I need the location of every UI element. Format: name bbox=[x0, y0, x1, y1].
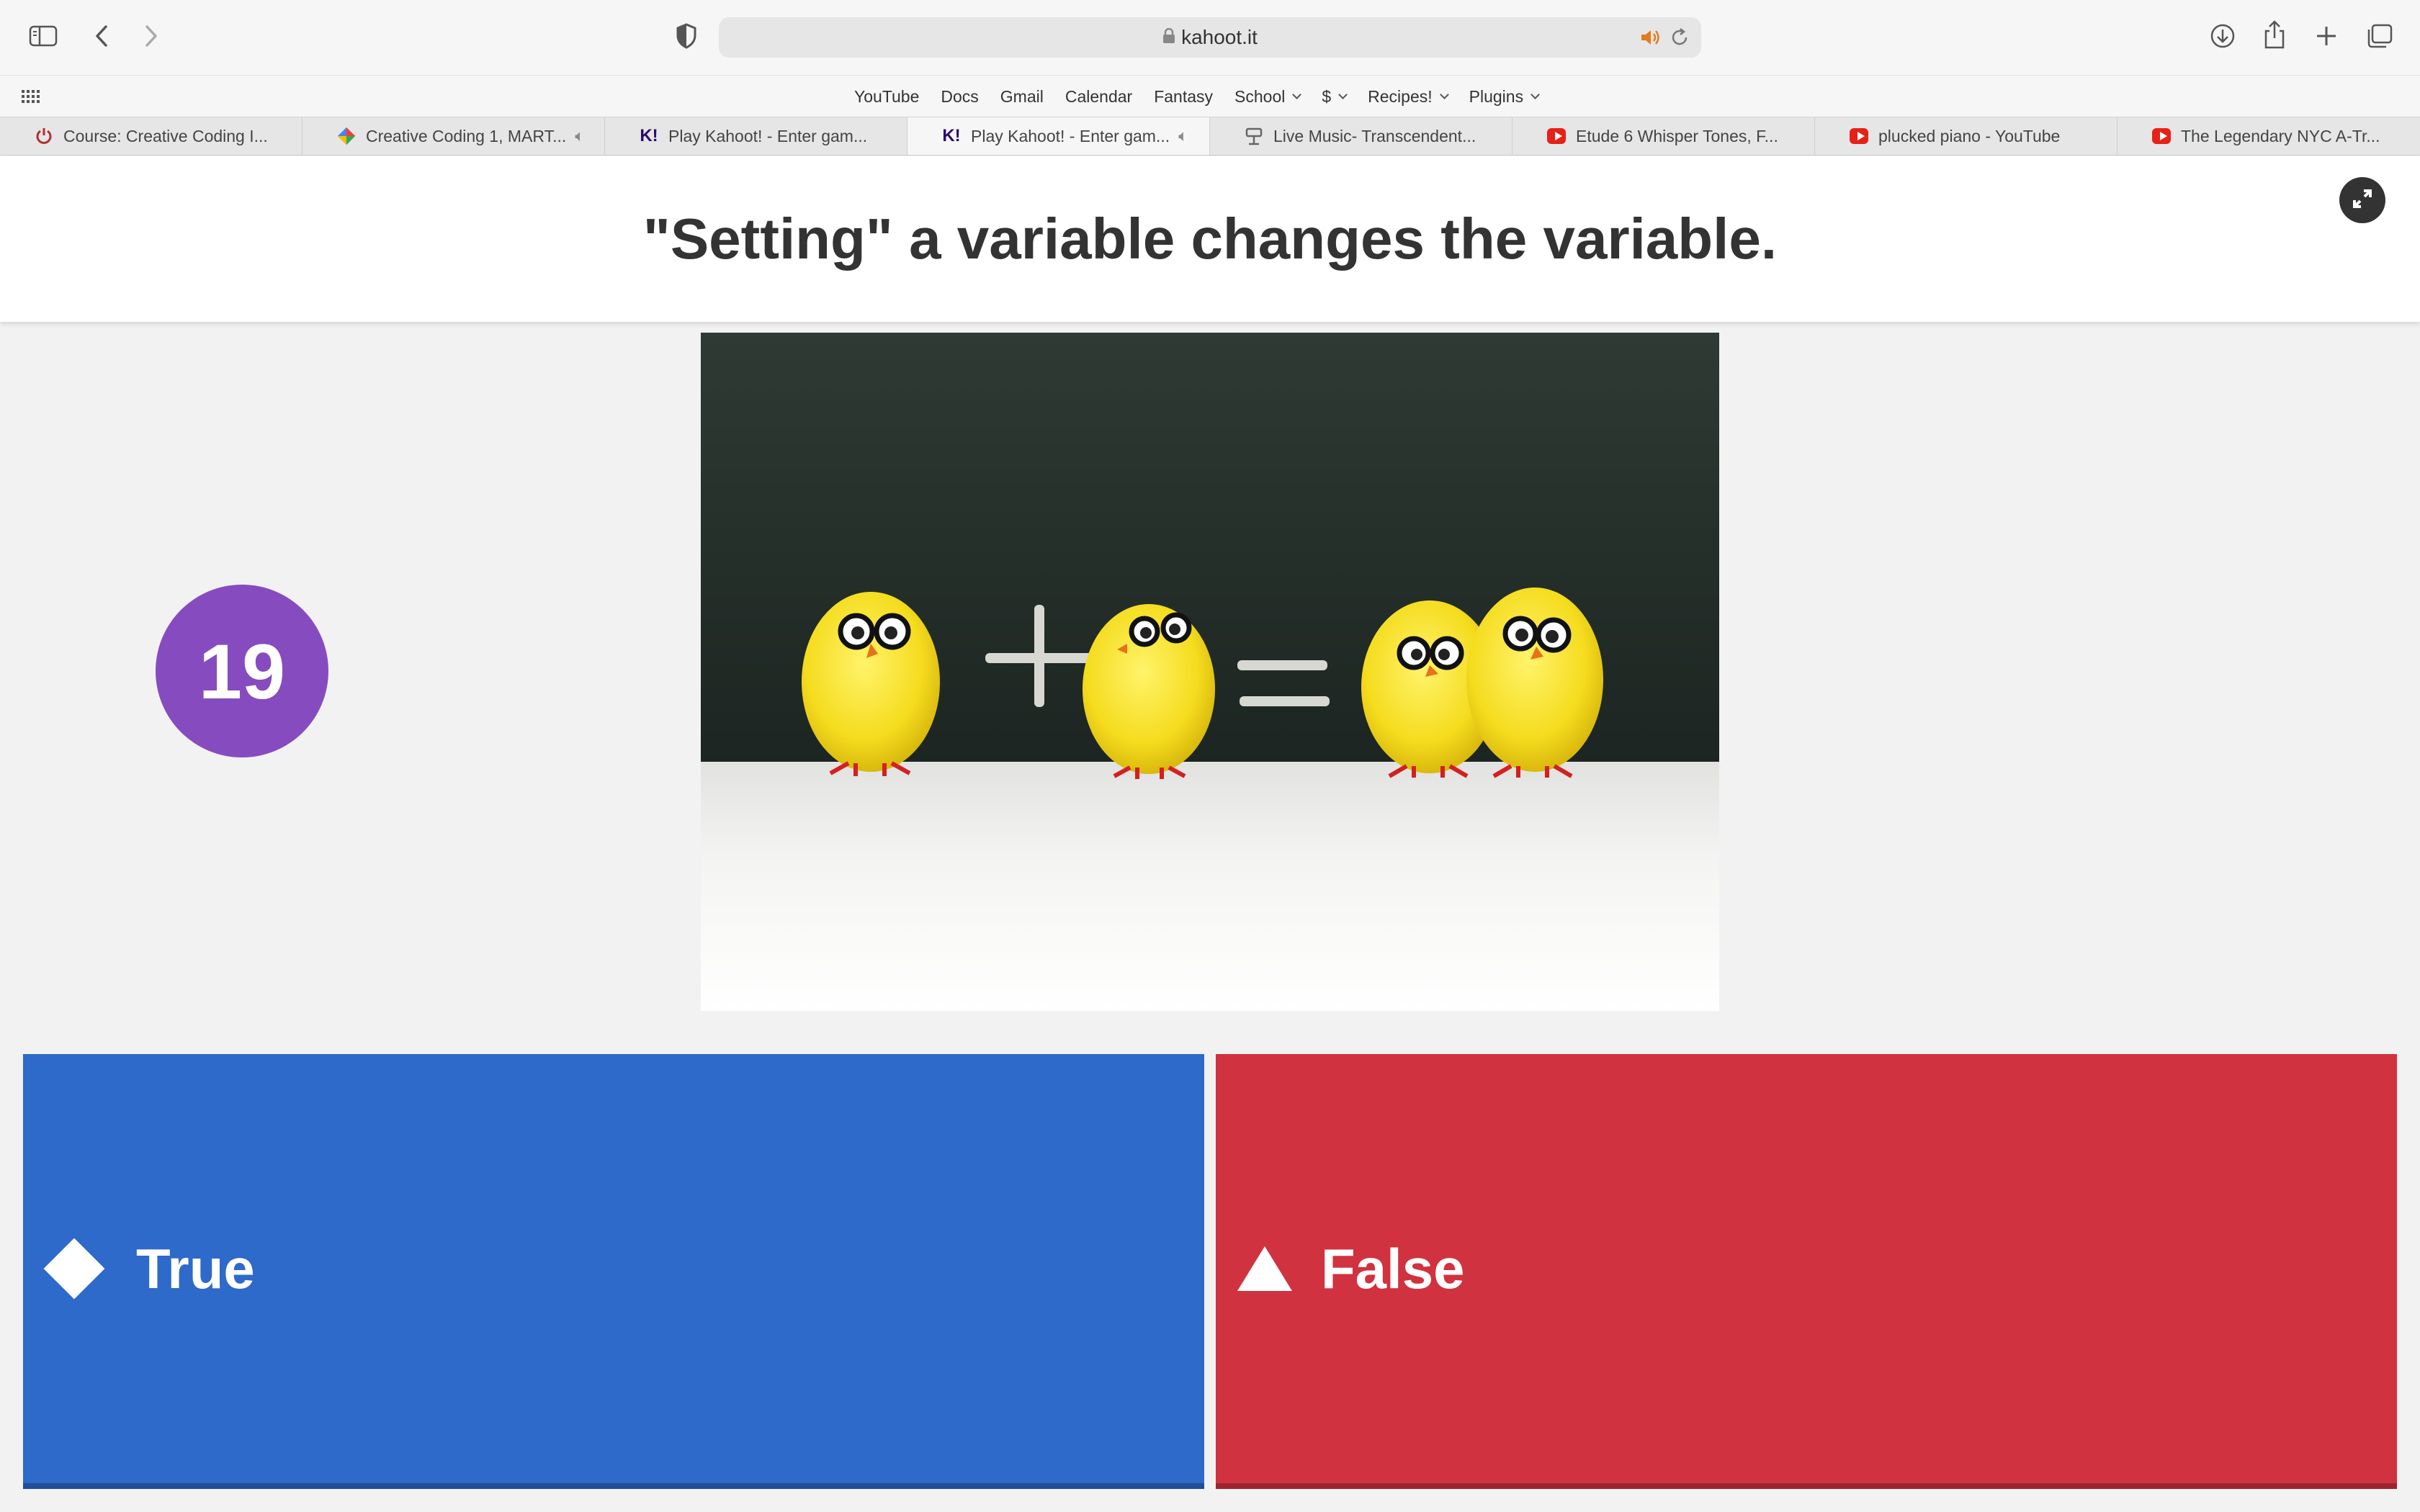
address-bar[interactable]: kahoot.it bbox=[719, 17, 1701, 58]
chevron-down-icon bbox=[1439, 89, 1449, 99]
countdown-timer: 19 bbox=[156, 585, 328, 757]
tab-bar: Course: Creative Coding I... Creative Co… bbox=[0, 117, 2420, 156]
question-header: "Setting" a variable changes the variabl… bbox=[0, 156, 2420, 322]
tab-course-creative-coding[interactable]: Course: Creative Coding I... bbox=[0, 117, 302, 155]
tab-legendary-nyc[interactable]: The Legendary NYC A-Tr... bbox=[2118, 117, 2420, 155]
favorite-gmail[interactable]: Gmail bbox=[1000, 87, 1044, 107]
answer-label: False bbox=[1321, 1236, 1465, 1300]
diamond-icon bbox=[43, 1238, 105, 1300]
tab-title: Play Kahoot! - Enter gam... bbox=[668, 126, 868, 145]
power-icon bbox=[35, 127, 53, 145]
browser-toolbar: kahoot.it bbox=[0, 0, 2420, 75]
audio-playing-icon[interactable] bbox=[1639, 27, 1661, 50]
kahoot-icon: K! bbox=[640, 126, 658, 145]
favorite-label: Recipes! bbox=[1368, 86, 1433, 106]
tab-title: Etude 6 Whisper Tones, F... bbox=[1576, 126, 1778, 145]
favorite-label: Calendar bbox=[1065, 86, 1133, 106]
fullscreen-icon bbox=[2350, 186, 2375, 214]
kahoot-icon: K! bbox=[942, 126, 961, 145]
favorite-recipes-folder[interactable]: Recipes! bbox=[1368, 86, 1449, 107]
tab-title: Play Kahoot! - Enter gam... bbox=[971, 126, 1170, 145]
share-icon[interactable] bbox=[2259, 17, 2290, 52]
chevron-down-icon bbox=[1292, 89, 1302, 99]
favorite-label: YouTube bbox=[854, 86, 920, 106]
tab-etude-6[interactable]: Etude 6 Whisper Tones, F... bbox=[1512, 117, 1815, 155]
tab-title: Live Music- Transcendent... bbox=[1273, 126, 1476, 145]
question-title: "Setting" a variable changes the variabl… bbox=[642, 207, 1778, 271]
apps-grid-icon[interactable] bbox=[20, 87, 42, 106]
favorite-school-folder[interactable]: School bbox=[1234, 86, 1302, 107]
back-icon[interactable] bbox=[89, 22, 114, 50]
speaker-icon[interactable]: 🔈︎ bbox=[575, 127, 584, 145]
lock-icon bbox=[1162, 27, 1175, 47]
youtube-icon bbox=[2152, 127, 2171, 145]
favorite-label: Fantasy bbox=[1154, 86, 1214, 106]
favorite-calendar[interactable]: Calendar bbox=[1065, 87, 1132, 107]
tab-plucked-piano[interactable]: plucked piano - YouTube bbox=[1815, 117, 2118, 155]
forward-icon[interactable] bbox=[139, 22, 163, 50]
speaker-icon[interactable]: 🔈︎ bbox=[1178, 127, 1188, 145]
youtube-icon bbox=[1547, 127, 1566, 145]
tab-play-kahoot-2-active[interactable]: K! Play Kahoot! - Enter gam... 🔈︎ bbox=[908, 117, 1210, 155]
tab-live-music[interactable]: Live Music- Transcendent... bbox=[1210, 117, 1512, 155]
favorite-youtube[interactable]: YouTube bbox=[854, 87, 919, 107]
favorites-bar: YouTube Docs Gmail Calendar Fantasy Scho… bbox=[0, 75, 2420, 117]
favorite-label: School bbox=[1234, 86, 1286, 106]
tab-title: Course: Creative Coding I... bbox=[63, 126, 268, 145]
favorite-label: $ bbox=[1322, 86, 1332, 106]
favorite-fantasy[interactable]: Fantasy bbox=[1154, 87, 1213, 107]
favorite-plugins-folder[interactable]: Plugins bbox=[1469, 86, 1540, 107]
music-stand-icon bbox=[1245, 127, 1263, 145]
downloads-icon[interactable] bbox=[2207, 20, 2238, 52]
favorites-list: YouTube Docs Gmail Calendar Fantasy Scho… bbox=[854, 76, 1540, 117]
tab-creative-coding-mart[interactable]: Creative Coding 1, MART... 🔈︎ bbox=[302, 117, 605, 155]
question-image bbox=[701, 333, 1719, 1011]
chicks-math-image bbox=[701, 333, 1719, 1011]
tab-overview-icon[interactable] bbox=[2364, 22, 2396, 50]
favorite-label: Gmail bbox=[1000, 86, 1044, 106]
privacy-shield-icon[interactable] bbox=[673, 22, 700, 50]
tab-play-kahoot-1[interactable]: K! Play Kahoot! - Enter gam... bbox=[605, 117, 908, 155]
url-text: kahoot.it bbox=[1181, 26, 1258, 48]
answer-false-button[interactable]: False bbox=[1216, 1054, 2397, 1489]
favorite-label: Plugins bbox=[1469, 86, 1524, 106]
triangle-icon bbox=[1237, 1246, 1292, 1291]
reload-icon[interactable] bbox=[1670, 27, 1690, 50]
chevron-down-icon bbox=[1338, 89, 1348, 99]
tab-title: Creative Coding 1, MART... bbox=[366, 126, 567, 145]
favorite-docs[interactable]: Docs bbox=[941, 87, 978, 107]
tab-title: plucked piano - YouTube bbox=[1878, 126, 2061, 145]
favorite-money-folder[interactable]: $ bbox=[1322, 86, 1348, 107]
tab-title: The Legendary NYC A-Tr... bbox=[2181, 126, 2380, 145]
answer-label: True bbox=[136, 1236, 255, 1300]
youtube-icon bbox=[1850, 127, 1868, 145]
answer-true-button[interactable]: True bbox=[23, 1054, 1204, 1489]
fullscreen-button[interactable] bbox=[2339, 177, 2385, 223]
sidebar-toggle-icon[interactable] bbox=[27, 23, 59, 49]
colorful-diamond-icon bbox=[337, 127, 356, 145]
chevron-down-icon bbox=[1531, 89, 1540, 99]
favorite-label: Docs bbox=[941, 86, 979, 106]
new-tab-icon[interactable] bbox=[2312, 22, 2341, 50]
